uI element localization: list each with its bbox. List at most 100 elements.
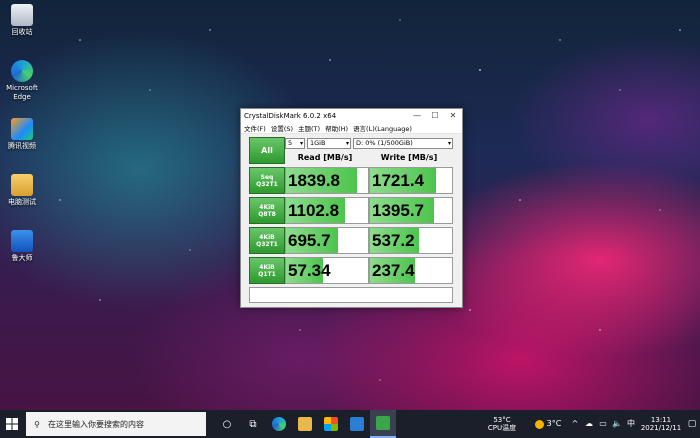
- cpu-temp-value: 53°C: [493, 416, 511, 424]
- window-title: CrystalDiskMark 6.0.2 x64: [244, 111, 337, 120]
- clock[interactable]: 13:11 2021/12/11: [638, 416, 684, 432]
- title-bar[interactable]: CrystalDiskMark 6.0.2 x64 — ☐ ✕: [241, 109, 462, 122]
- menu-help[interactable]: 帮助(H): [325, 123, 348, 133]
- taskbar: ⚲ 在这里输入你要搜索的内容 ○ ⧉ 53°C CPU温度 3°C ^ ☁ ▭ …: [0, 410, 700, 438]
- weather-widget[interactable]: 3°C: [528, 419, 568, 429]
- write-value: 237.4: [372, 261, 415, 280]
- maximize-button[interactable]: ☐: [426, 111, 444, 120]
- notification-button[interactable]: ▢: [684, 419, 700, 429]
- speaker-icon: 🔈: [612, 419, 622, 428]
- crystaldiskmark-icon: [376, 416, 390, 430]
- desktop-icon-label: 腾讯视频: [8, 142, 36, 150]
- test-button-4kib-q32t1[interactable]: 4KiB Q32T1: [249, 227, 285, 254]
- test-label-line2: Q32T1: [256, 240, 278, 248]
- menu-settings[interactable]: 设置(S): [271, 123, 293, 133]
- chevron-down-icon: ▾: [345, 140, 349, 147]
- write-result-4kib-q32t1: 537.2: [369, 227, 453, 254]
- tray-chevron[interactable]: ^: [568, 420, 582, 428]
- weather-temp: 3°C: [546, 419, 562, 428]
- start-button[interactable]: [0, 410, 24, 438]
- desktop-icon-label: 回收站: [11, 28, 33, 36]
- task-view-button[interactable]: ⧉: [240, 410, 266, 438]
- write-result-4kib-q8t8: 1395.7: [369, 197, 453, 224]
- minimize-button[interactable]: —: [408, 111, 426, 120]
- test-button-4kib-q8t8[interactable]: 4KiB Q8T8: [249, 197, 285, 224]
- desktop-icon-recycle-bin[interactable]: 回收站: [2, 4, 42, 37]
- count-select[interactable]: 5 ▾: [285, 138, 305, 149]
- desktop-icon-edge[interactable]: Microsoft Edge: [2, 60, 42, 102]
- write-header: Write [MB/s]: [380, 153, 438, 162]
- comment-field[interactable]: [249, 287, 453, 303]
- menu-theme[interactable]: 主题(T): [298, 123, 320, 133]
- cortana-button[interactable]: ○: [214, 410, 240, 438]
- read-value: 57.34: [288, 261, 331, 280]
- folder-icon: [11, 174, 33, 196]
- read-value: 1839.8: [288, 171, 340, 190]
- cloud-icon: ☁: [585, 419, 593, 428]
- desktop-icon-ludashi[interactable]: 鲁大师: [2, 230, 42, 263]
- drive-select[interactable]: D: 0% (1/500GiB) ▾: [353, 138, 453, 149]
- edge-icon: [11, 60, 33, 82]
- tray-cloud[interactable]: ☁: [582, 420, 596, 428]
- close-button[interactable]: ✕: [444, 111, 462, 120]
- test-label-line2: Q32T1: [256, 180, 278, 188]
- desktop-icon-folder[interactable]: 电脑测试: [2, 174, 42, 207]
- taskbar-edge[interactable]: [266, 410, 292, 438]
- test-label-line1: 4KiB: [259, 263, 275, 271]
- sun-icon: [534, 419, 544, 429]
- menu-file[interactable]: 文件(F): [244, 123, 266, 133]
- read-header: Read [MB/s]: [297, 153, 353, 162]
- test-label-line2: Q1T1: [258, 270, 276, 278]
- tray-ime[interactable]: 中: [624, 420, 638, 428]
- test-button-4kib-q1t1[interactable]: 4KiB Q1T1: [249, 257, 285, 284]
- taskbar-search[interactable]: ⚲ 在这里输入你要搜索的内容: [26, 412, 206, 436]
- write-value: 537.2: [372, 231, 415, 250]
- test-label-line1: 4KiB: [259, 233, 275, 241]
- write-result-4kib-q1t1: 237.4: [369, 257, 453, 284]
- clock-time: 13:11: [650, 416, 672, 424]
- drive-select-value: D: 0% (1/500GiB): [356, 139, 413, 147]
- test-button-seq-q32t1[interactable]: Seq Q32T1: [249, 167, 285, 194]
- search-placeholder: 在这里输入你要搜索的内容: [48, 419, 144, 429]
- tencent-video-icon: [11, 118, 33, 140]
- all-button[interactable]: All: [249, 137, 285, 164]
- taskbar-store[interactable]: [318, 410, 344, 438]
- ludashi-icon: [11, 230, 33, 252]
- recycle-bin-icon: [11, 4, 33, 26]
- read-result-4kib-q1t1: 57.34: [285, 257, 369, 284]
- taskbar-file-explorer[interactable]: [292, 410, 318, 438]
- mail-icon: [350, 417, 364, 431]
- desktop-icon-label: Microsoft Edge: [6, 84, 38, 101]
- desktop-icon-tencent-video[interactable]: 腾讯视频: [2, 118, 42, 151]
- write-value: 1721.4: [372, 171, 424, 190]
- crystaldiskmark-window: CrystalDiskMark 6.0.2 x64 — ☐ ✕ 文件(F) 设置…: [240, 108, 463, 308]
- clock-date: 2021/12/11: [640, 424, 682, 432]
- cpu-temp-label: CPU温度: [487, 424, 517, 432]
- write-value: 1395.7: [372, 201, 424, 220]
- tray-network[interactable]: ▭: [596, 420, 610, 428]
- read-result-4kib-q8t8: 1102.8: [285, 197, 369, 224]
- test-label-line2: Q8T8: [258, 210, 276, 218]
- store-icon: [324, 417, 338, 431]
- windows-logo-icon: [6, 418, 18, 430]
- search-icon: ⚲: [34, 419, 40, 429]
- desktop-icon-label: 鲁大师: [11, 254, 33, 262]
- read-result-seq-q32t1: 1839.8: [285, 167, 369, 194]
- notification-icon: ▢: [687, 419, 697, 429]
- cpu-temp-widget[interactable]: 53°C CPU温度: [482, 416, 522, 432]
- network-icon: ▭: [599, 419, 607, 428]
- circle-icon: ○: [222, 418, 232, 430]
- task-view-icon: ⧉: [249, 418, 257, 430]
- size-select-value: 1GiB: [310, 139, 326, 147]
- taskbar-mail[interactable]: [344, 410, 370, 438]
- count-select-value: 5: [288, 139, 293, 147]
- chevron-down-icon: ▾: [299, 140, 303, 147]
- folder-icon: [298, 417, 312, 431]
- read-result-4kib-q32t1: 695.7: [285, 227, 369, 254]
- chevron-down-icon: ▾: [447, 140, 451, 147]
- taskbar-crystaldiskmark[interactable]: [370, 410, 396, 438]
- size-select[interactable]: 1GiB ▾: [307, 138, 351, 149]
- tray-volume[interactable]: 🔈: [610, 420, 624, 428]
- read-value: 1102.8: [288, 201, 340, 220]
- menu-language[interactable]: 语言(L)(Language): [353, 123, 412, 133]
